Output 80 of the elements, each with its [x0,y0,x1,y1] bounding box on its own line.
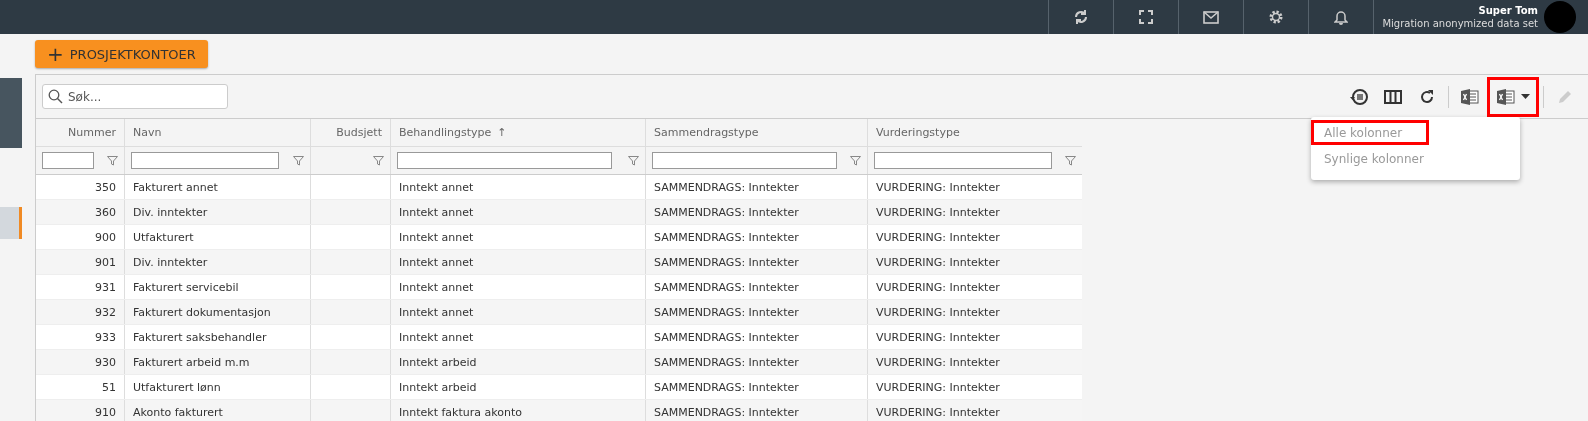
filter-field[interactable] [652,152,837,169]
table-cell: Inntekt annet [399,180,474,194]
export-dropdown-button[interactable] [1487,76,1539,117]
table-cell: SAMMENDRAGS: Inntekter [654,330,799,344]
column-header[interactable]: Budsjett [310,119,390,146]
table-cell: VURDERING: Inntekter [876,280,1000,294]
column-header[interactable]: Behandlingstype ↑ [390,119,645,146]
spreadsheet-icon [1496,88,1515,105]
table-cell: 350 [95,180,116,194]
table-cell: VURDERING: Inntekter [876,255,1000,269]
filter-icon[interactable] [373,155,384,166]
table-cell: SAMMENDRAGS: Inntekter [654,205,799,219]
filter-icon[interactable] [628,155,639,166]
filter-icon[interactable] [1065,155,1076,166]
table-cell: 933 [95,330,116,344]
table-cell: VURDERING: Inntekter [876,355,1000,369]
table-cell: Fakturert servicebil [133,280,239,294]
search-icon [48,89,63,104]
table-cell: 930 [95,355,116,369]
table-cell: VURDERING: Inntekter [876,380,1000,394]
table-cell: Inntekt annet [399,330,474,344]
filter-field[interactable] [397,152,612,169]
table-cell: Inntekt annet [399,230,474,244]
caret-icon [1520,94,1530,99]
add-button[interactable]: + PROSJEKTKONTOER [35,40,208,68]
table-cell: SAMMENDRAGS: Inntekter [654,280,799,294]
table-cell: 910 [95,405,116,419]
filter-field[interactable] [131,152,279,169]
filter-icon[interactable] [293,155,304,166]
search-field[interactable]: Søk... [42,84,228,109]
table-cell: 901 [95,255,116,269]
table-cell: Inntekt faktura akonto [399,405,522,419]
table-cell: 932 [95,305,116,319]
sidebar-item[interactable] [0,207,22,239]
column-header[interactable]: Navn [124,119,310,146]
table-cell: Fakturert arbeid m.m [133,355,250,369]
table-cell: VURDERING: Inntekter [876,405,1000,419]
table-cell: Fakturert dokumentasjon [133,305,271,319]
table-cell: Fakturert saksbehandler [133,330,267,344]
menu-item[interactable]: Alle kolonner [1311,120,1429,145]
filter-icon[interactable] [107,155,118,166]
table-cell: SAMMENDRAGS: Inntekter [654,380,799,394]
table-cell: VURDERING: Inntekter [876,305,1000,319]
filter-icon[interactable] [850,155,861,166]
menu-item[interactable]: Synlige kolonner [1311,146,1425,171]
table-cell: Fakturert annet [133,180,218,194]
filter-field[interactable] [42,152,94,169]
table-cell: Div. inntekter [133,205,208,219]
avatar[interactable] [1544,1,1576,33]
table-cell: Inntekt arbeid [399,380,477,394]
table-cell: SAMMENDRAGS: Inntekter [654,305,799,319]
table-cell: Inntekt annet [399,205,474,219]
table-cell: VURDERING: Inntekter [876,180,1000,194]
table-cell: SAMMENDRAGS: Inntekter [654,180,799,194]
table-cell: SAMMENDRAGS: Inntekter [654,230,799,244]
table-cell: Utfakturert [133,230,194,244]
sidebar-panel [0,78,22,148]
table-cell: Inntekt arbeid [399,355,477,369]
table-cell: SAMMENDRAGS: Inntekter [654,355,799,369]
column-header[interactable]: Nummer [36,119,124,146]
table-cell: Inntekt annet [399,255,474,269]
table-cell: 360 [95,205,116,219]
table-cell: Div. inntekter [133,255,208,269]
table-cell: 931 [95,280,116,294]
table-cell: Inntekt annet [399,280,474,294]
table-cell: 900 [95,230,116,244]
table-cell: Utfakturert lønn [133,380,221,394]
filter-field[interactable] [874,152,1052,169]
column-header[interactable]: Sammendragstype [645,119,867,146]
table-cell: VURDERING: Inntekter [876,205,1000,219]
table-cell: VURDERING: Inntekter [876,330,1000,344]
column-header[interactable]: Vurderingstype [867,119,1082,146]
table-cell: VURDERING: Inntekter [876,230,1000,244]
user-name: Super Tom [1478,4,1538,17]
table-cell: 51 [102,380,116,394]
table-cell: Akonto fakturert [133,405,223,419]
table-cell: Inntekt annet [399,305,474,319]
table-cell: SAMMENDRAGS: Inntekter [654,405,799,419]
table-cell: SAMMENDRAGS: Inntekter [654,255,799,269]
dataset-name: Migration anonymized data set [1382,17,1538,30]
